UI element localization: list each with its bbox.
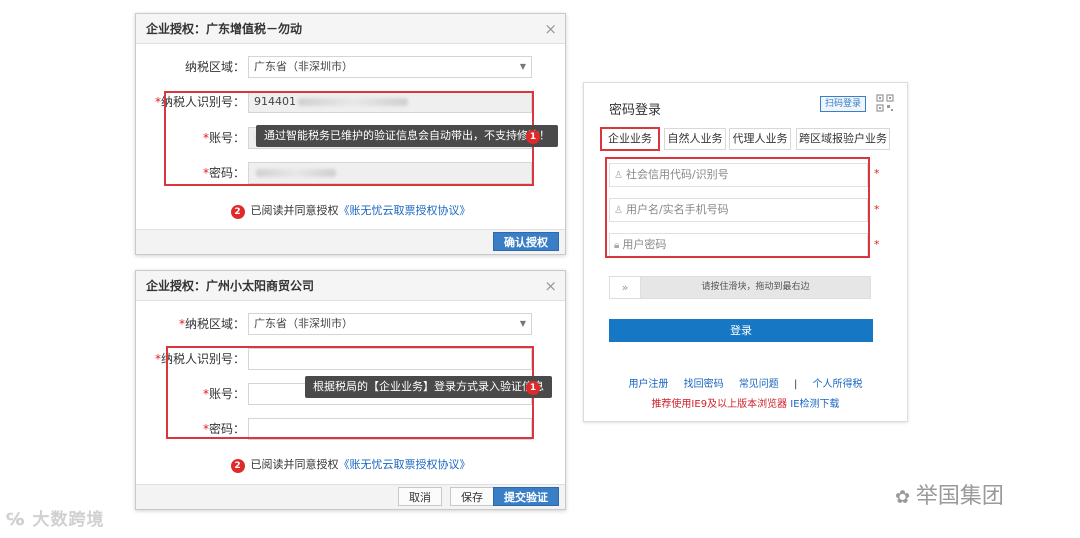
close-icon[interactable]: × [544,14,557,44]
tooltip: 通过智能税务已维护的验证信息会自动带出，不支持修改！ [256,125,558,147]
watermark-left: ℅ 大数跨境 [6,510,105,530]
tab-enterprise[interactable]: 企业业务 [601,128,659,150]
required-star: * [874,167,880,180]
submit-verify-button[interactable]: 提交验证 [493,487,559,506]
dialog-title: 企业授权：广州小太阳商贸公司 [146,279,315,293]
region-label: 纳税区域： [184,60,245,74]
taxid-field: 914401 [248,91,532,113]
region-select-value: 广东省（非深圳市） [254,317,353,330]
password-field [248,162,532,184]
password-input[interactable] [248,418,532,440]
taxid-input[interactable] [248,348,532,370]
agreement-line: 2 已阅读并同意授权《账无忧云取票授权协议》 [136,202,565,219]
agreement-line: 2 已阅读并同意授权《账无忧云取票授权协议》 [136,456,565,473]
account-label: *账号： [202,387,245,401]
tab-agent[interactable]: 代理人业务 [729,128,791,150]
dialog-header: 企业授权：广东增值税－勿动 × [136,14,565,44]
password-input[interactable]: 🔒︎ 用户密码 [609,233,868,257]
username-placeholder: 用户名/实名手机号码 [625,203,729,216]
password-label: *密码： [202,166,245,180]
taxid-label: *纳税人识别号： [154,352,245,366]
region-row: 纳税区域： 广东省（非深圳市） ▼ [136,56,565,78]
password-row: *密码： [136,162,565,184]
qr-login-button[interactable]: 扫码登录 [820,96,867,112]
taxid-row: *纳税人识别号： [136,348,565,370]
verification-slider[interactable]: » 请按住滑块，拖动到最右边 [609,276,871,299]
tab-cross-region[interactable]: 跨区域报验户业务 [796,128,890,150]
ie-check-link[interactable]: IE检测下载 [790,399,839,410]
user-icon: ♙ [614,170,623,181]
footer-links: 用户注册 找回密码 常见问题 | 个人所得税 [584,375,907,390]
user-icon: ♙ [614,205,623,216]
dialog-footer: 取消 保存 3 提交验证 [136,484,565,509]
browser-notice: 推荐使用IE9及以上版本浏览器 IE检测下载 [584,395,907,410]
credit-code-input[interactable]: ♙ 社会信用代码/识别号 [609,163,868,187]
close-icon[interactable]: × [544,271,557,301]
faq-link[interactable]: 常见问题 [739,379,779,390]
login-button[interactable]: 登录 [609,319,873,342]
taxid-label: *纳税人识别号： [154,95,245,109]
qr-code-icon[interactable] [875,93,895,113]
taxid-value: 914401 [254,95,296,108]
account-label: *账号： [202,131,245,145]
chevron-down-icon: ▼ [519,319,526,328]
masked-text [256,169,336,177]
dialog-footer: 3 确认授权 [136,229,565,254]
dialog-header: 企业授权：广州小太阳商贸公司 × [136,271,565,301]
password-label: *密码： [202,422,245,436]
required-star: * [874,238,880,251]
agreement-link[interactable]: 《账无忧云取票授权协议》 [339,204,471,217]
wechat-icon: ✿ [895,487,916,508]
password-row: *密码： [136,418,565,440]
slider-handle[interactable]: » [610,277,641,298]
masked-text [298,98,408,106]
authorization-dialog-guangdong: 企业授权：广东增值税－勿动 × 纳税区域： 广东省（非深圳市） ▼ *纳税人识别… [135,13,566,255]
region-row: *纳税区域： 广东省（非深圳市） ▼ [136,313,565,335]
dialog-body: 纳税区域： 广东省（非深圳市） ▼ *纳税人识别号： 914401 *账号： *… [136,44,565,229]
personal-income-tax-link[interactable]: 个人所得税 [813,379,863,390]
agree-text: 已阅读并同意授权 [250,458,339,471]
slider-text: 请按住滑块，拖动到最右边 [701,282,810,292]
dialog-body: *纳税区域： 广东省（非深圳市） ▼ *纳税人识别号： *账号： *密码： 根据… [136,301,565,484]
step-badge-1: 1 [526,130,540,144]
region-select-value: 广东省（非深圳市） [254,60,353,73]
password-placeholder: 用户密码 [622,238,667,251]
recover-password-link[interactable]: 找回密码 [684,379,724,390]
watermark-right: ✿ 举国集团 [895,484,1004,509]
authorization-dialog-guangzhou: 企业授权：广州小太阳商贸公司 × *纳税区域： 广东省（非深圳市） ▼ *纳税人… [135,270,566,510]
cancel-button[interactable]: 取消 [398,487,442,506]
credit-code-placeholder: 社会信用代码/识别号 [625,168,729,181]
register-link[interactable]: 用户注册 [628,379,668,390]
step-badge-2: 2 [230,459,245,473]
password-login-panel: 密码登录 扫码登录 企业业务 自然人业务 代理人业务 跨区域报验户业务 ♙ 社会信… [583,82,908,422]
region-select[interactable]: 广东省（非深圳市） ▼ [248,313,532,335]
link-separator: | [794,379,798,390]
dialog-title: 企业授权：广东增值税－勿动 [146,22,303,36]
taxid-row: *纳税人识别号： 914401 [136,91,565,113]
confirm-authorization-button[interactable]: 确认授权 [493,232,559,251]
region-label: *纳税区域： [178,317,245,331]
tooltip: 根据税局的【企业业务】登录方式录入验证信息 [305,376,552,398]
agree-text: 已阅读并同意授权 [250,204,339,217]
region-select[interactable]: 广东省（非深圳市） ▼ [248,56,532,78]
username-input[interactable]: ♙ 用户名/实名手机号码 [609,198,868,222]
lock-icon: 🔒︎ [614,240,620,251]
watermark-logo-icon: ℅ [6,510,33,530]
chevron-down-icon: ▼ [519,62,526,71]
login-title: 密码登录 [609,103,662,118]
save-button[interactable]: 保存 [450,487,494,506]
tab-individual[interactable]: 自然人业务 [664,128,726,150]
agreement-link[interactable]: 《账无忧云取票授权协议》 [339,458,471,471]
step-badge-1: 1 [526,381,540,395]
browser-notice-text: 推荐使用IE9及以上版本浏览器 [651,399,788,410]
step-badge-2: 2 [230,205,245,219]
required-star: * [874,203,880,216]
